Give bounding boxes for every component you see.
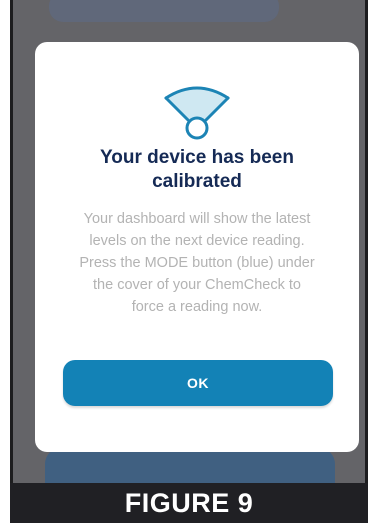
figure-frame: Your device has been calibrated Your das…	[0, 0, 378, 523]
dialog-title-line: calibrated	[152, 171, 242, 192]
wifi-sensor-icon	[164, 86, 230, 140]
calibration-dialog: Your device has been calibrated Your das…	[35, 42, 359, 452]
dialog-message: Your dashboard will show the latest leve…	[53, 208, 341, 318]
dialog-message-line: the cover of your ChemCheck to	[93, 277, 301, 293]
ok-button[interactable]: OK	[63, 360, 333, 406]
dialog-title-line: Your device has been	[100, 147, 294, 168]
figure-caption: FIGURE 9	[10, 483, 368, 523]
dialog-message-line: Press the MODE button (blue) under	[79, 255, 315, 271]
dialog-message-line: Your dashboard will show the latest	[83, 211, 311, 227]
dialog-message-line: force a reading now.	[131, 299, 263, 315]
dialog-title: Your device has been calibrated	[55, 146, 339, 194]
dialog-message-line: levels on the next device reading.	[89, 233, 305, 249]
background-button-bottom	[45, 448, 335, 483]
phone-screen: Your device has been calibrated Your das…	[10, 0, 368, 483]
background-card-top	[49, 0, 279, 22]
